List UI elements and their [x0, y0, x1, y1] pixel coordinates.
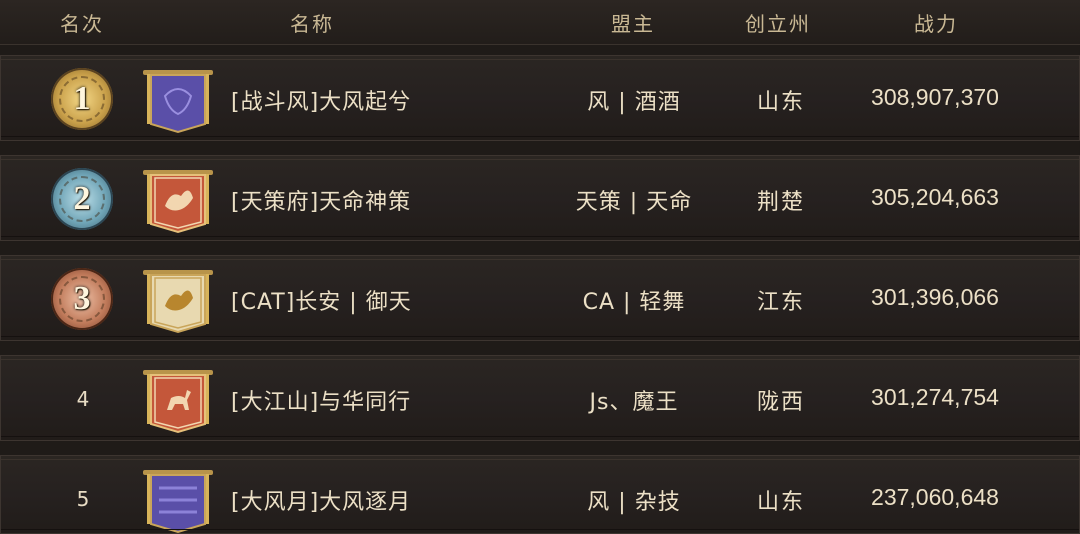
phoenix-icon [143, 270, 213, 334]
header-name: 名称 [290, 12, 334, 36]
table-header: 名次 名称 盟主 创立州 战力 [0, 0, 1080, 45]
header-rank: 名次 [60, 12, 104, 36]
alliance-state: 江东 [756, 290, 806, 315]
alliance-power: 301,274,754 [871, 384, 999, 410]
ranking-row-5[interactable]: 5 [大风月]大风逐月 风 | 杂技 山东 237,060,648 [0, 455, 1080, 534]
phoenix-icon [143, 170, 213, 234]
alliance-name: [战斗风]大风起兮 [231, 90, 412, 115]
alliance-state: 山东 [756, 490, 806, 515]
gold-medal-icon: 1 [51, 68, 113, 130]
rank-number: 3 [73, 280, 91, 317]
alliance-power: 305,204,663 [871, 184, 999, 210]
pattern-icon [143, 470, 213, 534]
ranking-row-1[interactable]: 1 [战斗风]大风起兮 风 | 酒酒 山东 308,907,370 [0, 55, 1080, 141]
crest-icon [143, 70, 213, 134]
alliance-leader: 风 | 杂技 [587, 490, 681, 515]
ranking-row-2[interactable]: 2 [天策府]天命神策 天策 | 天命 荆楚 305,204,663 [0, 155, 1080, 241]
alliance-leader: Js、魔王 [589, 390, 679, 415]
rank-number: 5 [76, 487, 90, 511]
silver-medal-icon: 2 [51, 168, 113, 230]
alliance-leader: 风 | 酒酒 [587, 90, 681, 115]
alliance-power: 237,060,648 [871, 484, 999, 510]
header-power: 战力 [914, 12, 958, 36]
alliance-power: 301,396,066 [871, 284, 999, 310]
header-leader: 盟主 [611, 12, 655, 36]
alliance-state: 荆楚 [756, 190, 806, 215]
alliance-name: [CAT]长安 | 御天 [231, 290, 412, 315]
alliance-name: [大风月]大风逐月 [231, 490, 412, 515]
alliance-leader: 天策 | 天命 [575, 190, 693, 215]
rank-number: 2 [73, 180, 91, 217]
alliance-leader: CA | 轻舞 [582, 290, 686, 315]
alliance-name: [大江山]与华同行 [231, 390, 412, 415]
alliance-state: 陇西 [756, 390, 806, 415]
ranking-row-3[interactable]: 3 [CAT]长安 | 御天 CA | 轻舞 江东 301,396,066 [0, 255, 1080, 341]
rank-number: 1 [73, 80, 91, 117]
alliance-name: [天策府]天命神策 [231, 190, 412, 215]
alliance-state: 山东 [756, 90, 806, 115]
deer-icon [143, 370, 213, 434]
alliance-power: 308,907,370 [871, 84, 999, 110]
bronze-medal-icon: 3 [51, 268, 113, 330]
ranking-row-4[interactable]: 4 [大江山]与华同行 Js、魔王 陇西 301,274,754 [0, 355, 1080, 441]
header-state: 创立州 [745, 12, 811, 36]
rank-number: 4 [76, 387, 90, 411]
